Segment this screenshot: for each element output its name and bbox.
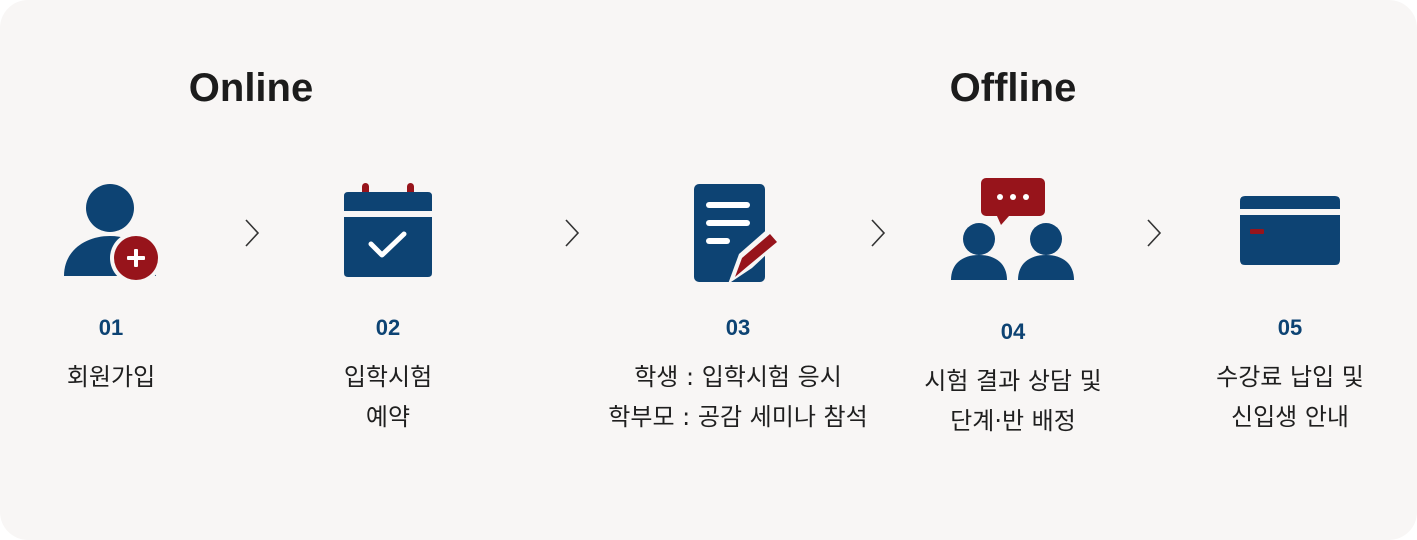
chevron-right-icon bbox=[245, 219, 260, 247]
chevron-right-icon bbox=[1147, 219, 1162, 247]
user-add-icon bbox=[64, 184, 161, 284]
step-label: 시험 결과 상담 및 단계·반 배정 bbox=[924, 367, 1102, 435]
online-heading: Online bbox=[188, 66, 314, 110]
step-number: 05 bbox=[1277, 315, 1303, 340]
step-number: 01 bbox=[98, 315, 124, 340]
chevron-right-icon bbox=[871, 219, 886, 247]
step-number: 02 bbox=[375, 315, 401, 340]
offline-heading: Offline bbox=[949, 66, 1077, 110]
step-number: 03 bbox=[725, 315, 751, 340]
credit-card-icon bbox=[1240, 196, 1340, 265]
step-label: 학생 : 입학시험 응시 학부모 : 공감 세미나 참석 bbox=[608, 363, 868, 431]
step-label: 입학시험 예약 bbox=[343, 363, 433, 431]
process-panel: Online Offline 01 회원가입 02 입학시험 예약 03 학생 … bbox=[0, 0, 1417, 540]
document-edit-icon bbox=[694, 184, 784, 284]
consultation-icon bbox=[951, 178, 1074, 280]
step-number: 04 bbox=[1000, 319, 1026, 344]
step-label: 수강료 납입 및 신입생 안내 bbox=[1216, 363, 1364, 431]
calendar-check-icon bbox=[344, 183, 432, 277]
step-label: 회원가입 bbox=[66, 363, 156, 391]
chevron-right-icon bbox=[565, 219, 580, 247]
